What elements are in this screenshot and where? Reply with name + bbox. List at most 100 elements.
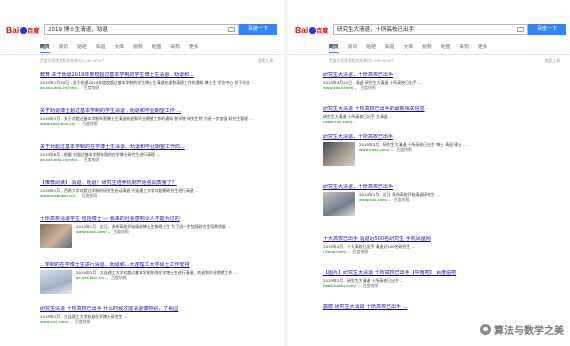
result-url[interactable]: tieba.baidu.com/... 百度快照 [323,283,564,289]
tab-wenku[interactable]: 文库 [403,44,413,53]
tab-web[interactable]: 网页 [329,44,339,53]
left-search-panel: Bai 百度 2019 博士生清退，劝退 百度一下 网页 资讯 贴吧 知道 文库 … [0,0,283,346]
result-url[interactable]: www.xxxx.edu.cn/... 百度快照 [40,121,277,127]
result-title[interactable]: ...学制的在学博士生进行清退、劝退和...大连理工大学硕士工作安排 [40,262,277,269]
result-title[interactable]: 关于劝退博士超过基本学制的学生清退 , 劝退和毕业期望工作 ... [40,108,277,115]
search-input[interactable]: 研究生大清退，十所高校已出手 [333,24,528,35]
baidu-logo[interactable]: Bai 百度 [6,25,39,35]
tab-wenku[interactable]: 文库 [114,44,124,53]
search-button[interactable]: 百度一下 [239,24,277,35]
result-url-text: www.xxxx.com/... [323,85,358,91]
result-title[interactable]: 研究生大清退 十所高校已出手的最新相关信息 [323,106,564,113]
result-url[interactable]: www.xxx.com/... 百度快照 [359,197,564,203]
logo-suffix: 百度 [316,29,329,35]
snapshot-link[interactable]: 百度快照 [394,197,410,202]
result-title[interactable]: 【图片】研究生大清退 十所高校已出手【中南吧】 百度贴吧 [323,270,564,277]
result-item: 研究生清退 十所高校已出手 什么时候才能清退博特别，了看园 2019年1月 - … [40,306,277,325]
snapshot-link[interactable]: 百度快照 [84,157,100,162]
search-header: Bai 百度 研究生大清退，十所高校已出手 百度一下 [295,22,566,36]
result-title[interactable]: 十大高校已出手 清退近500名研究生 手机凤凰网 [323,236,564,243]
search-tools-link[interactable]: 搜索工具 [258,58,273,64]
result-url-text: www.thepaper.cn/... [40,193,79,199]
result-title[interactable]: 教育 关于劝退2019年度校超过基本学制的学生博士生清退 , 劝退和... [40,72,277,79]
watermark: 算法与数学之美 [480,322,564,337]
tab-news[interactable]: 资讯 [348,44,358,53]
result-item: 十大高校已出手 清退近500名研究生 手机凤凰网 2019年3月 - 十大高校已… [323,236,564,255]
snapshot-link[interactable]: 百度快照 [113,229,129,234]
tab-more[interactable]: 更多 [478,44,488,53]
watermark-text: 算法与数学之美 [494,325,564,337]
result-item: 震撼 研究生大清退 十所高校已出手 ... [323,304,564,311]
result-url[interactable]: gs.xxx.edu.cn/... 百度快照 [76,275,277,281]
tab-zhidao[interactable]: 知道 [385,44,395,53]
result-url[interactable]: www.xxx.com/... 百度快照 [40,319,277,325]
snapshot-link[interactable]: 百度快照 [360,85,376,90]
snapshot-link[interactable]: 百度快照 [82,121,98,126]
tab-video[interactable]: 视频 [422,44,432,53]
result-thumbnail[interactable] [323,142,355,166]
baidu-logo[interactable]: Bai 百度 [295,25,329,35]
snapshot-link[interactable]: 百度快照 [84,85,100,90]
tab-map[interactable]: 地图 [152,44,162,53]
result-title[interactable]: 研究生清退 十所高校已出手 什么时候才能清退博特别，了看园 [40,306,277,313]
result-title[interactable]: 震撼 研究生大清退 十所高校已出手 ... [323,304,564,311]
result-item: 【图片】研究生大清退 十所高校已出手【中南吧】 百度贴吧 2019年3月 - 研… [323,270,564,289]
paw-icon [308,27,316,34]
result-title[interactable]: 研究生大清退，十所高校已出手 [323,134,564,141]
snapshot-link[interactable]: 百度快照 [82,193,98,198]
tab-more[interactable]: 更多 [189,44,199,53]
tab-web[interactable]: 网页 [40,44,50,53]
result-url-text: gs.xxx.edu.cn/... [76,275,109,281]
result-url-text: www.xxxx.com/... [76,229,111,235]
result-title[interactable]: 研究生大清退，十所高校已出手 [323,72,564,79]
snapshot-link[interactable]: 百度快照 [111,275,127,280]
tab-divider [0,54,283,55]
result-count-text: 百度为您找到相关结果约3,280,000个 [40,58,105,63]
result-url-text: tieba.baidu.com/... [323,283,360,289]
result-url-text: i.ifeng.com/... [323,249,350,255]
snapshot-link[interactable]: 百度快照 [363,283,379,288]
result-item: 研究生大清退，十所高校已出手 2019年3月 - 近日 多所高校开始清退研究生 … [323,184,564,216]
result-thumbnail[interactable] [323,192,355,216]
result-item: 十所高校清退学生 包括博士 — 我来的社会感到令人不能为过的 2019年1月 -… [40,216,277,248]
result-url[interactable]: www.xxxx.com/... 百度快照 [359,147,564,153]
snapshot-link[interactable]: 百度快照 [353,249,369,254]
result-url[interactable]: www.xxxx.com/... 百度快照 [76,229,277,235]
snapshot-link[interactable]: 百度快照 [396,147,412,152]
camera-icon[interactable] [228,27,235,32]
result-thumbnail[interactable] [40,224,72,248]
result-url[interactable]: gs.xxx.edu.cn/info/... 百度快照 [40,157,277,163]
result-item: 教育 关于劝退2019年度校超过基本学制的学生博士生清退 , 劝退和... 20… [40,72,277,91]
camera-icon[interactable] [517,27,524,32]
result-url[interactable]: www.xxxx.com/... 百度快照 [323,85,564,91]
search-tools-link[interactable]: 搜索工具 [545,58,560,64]
result-url[interactable]: news.xxx.com/... [323,119,564,125]
result-url[interactable]: gs.xxx.edu.cn/info/... 百度快照 [40,85,277,91]
tab-caigou[interactable]: 采购 [170,44,180,53]
result-url[interactable]: www.thepaper.cn/... 百度快照 [40,193,277,199]
search-button[interactable]: 百度一下 [528,24,566,35]
nav-tabs: 网页 资讯 贴吧 知道 文库 视频 地图 采购 更多 [40,44,198,53]
snapshot-link[interactable]: 百度快照 [75,319,91,324]
result-title[interactable]: 十所高校清退学生 包括博士 — 我来的社会感到令人不能为过的 [40,216,277,223]
result-title[interactable]: 关于对超过基本学制的在学博士生清退、劝退和毕业期望工作的... [40,144,277,151]
search-input[interactable]: 2019 博士生清退，劝退 [44,24,239,35]
tab-tieba[interactable]: 贴吧 [77,44,87,53]
result-count: 百度为您找到相关结果约3,280,000个 搜索工具 [40,58,277,65]
tab-divider [289,54,570,55]
result-title[interactable]: 研究生大清退，十所高校已出手 [323,184,564,191]
tab-news[interactable]: 资讯 [59,44,69,53]
tab-zhidao[interactable]: 知道 [96,44,106,53]
result-url[interactable]: i.ifeng.com/... 百度快照 [323,249,564,255]
result-item: 【推荐阅读】 清退、劝退！研究生培养机制开始强调质量了？ 2019年1月 - 西… [40,180,277,199]
tab-video[interactable]: 视频 [133,44,143,53]
result-item: 关于对超过基本学制的在学博士生清退、劝退和毕业期望工作的... 2019年6月 … [40,144,277,163]
search-header: Bai 百度 2019 博士生清退，劝退 百度一下 [6,22,277,36]
tab-map[interactable]: 地图 [441,44,451,53]
tab-tieba[interactable]: 贴吧 [366,44,376,53]
result-thumbnail[interactable] [40,270,72,294]
tab-caigou[interactable]: 采购 [459,44,469,53]
result-url-text: www.xxx.com/... [40,319,72,325]
result-item: 关于劝退博士超过基本学制的学生清退 , 劝退和毕业期望工作 ... 2019年3… [40,108,277,127]
result-title[interactable]: 【推荐阅读】 清退、劝退！研究生培养机制开始强调质量了？ [40,180,277,187]
